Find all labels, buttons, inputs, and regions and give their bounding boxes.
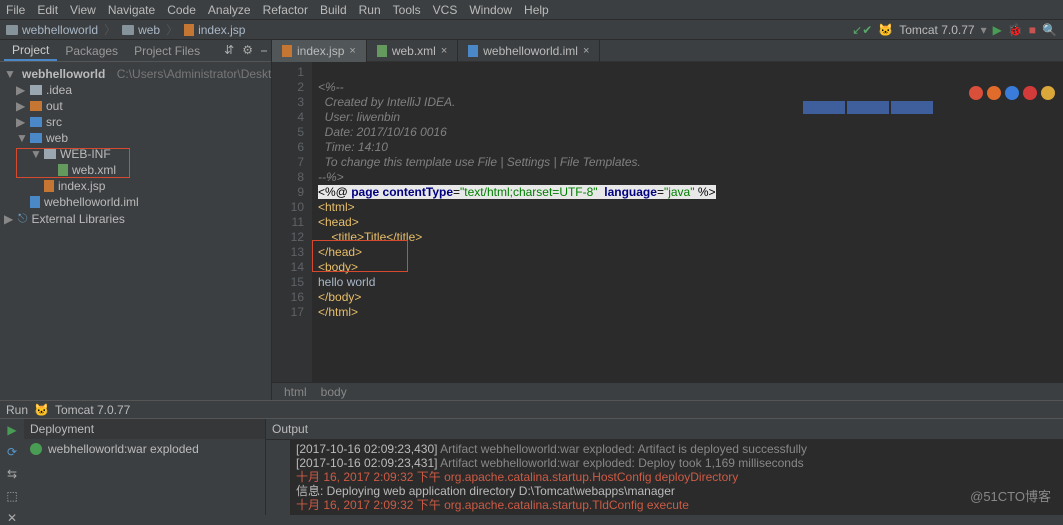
stop-button[interactable]: ■ (1029, 23, 1036, 37)
output-header: Output (266, 419, 1063, 440)
editor-tabs: index.jsp× web.xml× webhelloworld.iml× (272, 40, 1063, 62)
tree-item-src[interactable]: src (46, 115, 62, 129)
menu-file[interactable]: File (6, 3, 25, 17)
layout-button[interactable]: ⬚ (6, 489, 17, 503)
tree-item-webxml[interactable]: web.xml (72, 163, 116, 177)
tree-root[interactable]: webhelloworld (22, 67, 105, 81)
tab-project-files[interactable]: Project Files (126, 42, 208, 60)
tree-item-web[interactable]: web (46, 131, 68, 145)
run-config-selector[interactable]: Tomcat 7.0.77 (899, 23, 974, 37)
code-editor[interactable]: 1234567891011121314151617 <%-- Created b… (272, 62, 1063, 382)
folder-icon (6, 25, 18, 35)
folder-icon (30, 117, 42, 127)
folder-icon (30, 85, 42, 95)
update-button[interactable]: ⟳ (7, 445, 17, 459)
menu-navigate[interactable]: Navigate (108, 3, 155, 17)
breadcrumb-file[interactable]: index.jsp (184, 23, 245, 37)
crumb-body[interactable]: body (321, 385, 347, 398)
iml-file-icon (468, 45, 478, 57)
yandex-icon[interactable] (1041, 86, 1055, 100)
overlay-bars (803, 101, 933, 114)
menu-view[interactable]: View (70, 3, 96, 17)
debug-button[interactable]: 🐞 (1008, 23, 1023, 37)
jsp-file-icon (282, 45, 292, 57)
watermark: @51CTO博客 (970, 486, 1051, 505)
jsp-file-icon (184, 24, 194, 36)
tomcat-icon: 🐱 (34, 403, 49, 417)
close-icon[interactable]: × (349, 45, 355, 57)
editor-area: index.jsp× web.xml× webhelloworld.iml× 1… (272, 40, 1063, 400)
console-toolbar (266, 440, 290, 515)
tree-item-iml[interactable]: webhelloworld.iml (44, 195, 139, 209)
tree-item-webinf[interactable]: WEB-INF (60, 147, 111, 161)
breadcrumb-folder[interactable]: web (122, 23, 160, 37)
menu-edit[interactable]: Edit (37, 3, 58, 17)
menu-vcs[interactable]: VCS (433, 3, 458, 17)
search-icon[interactable]: 🔍 (1042, 23, 1057, 37)
menu-build[interactable]: Build (320, 3, 347, 17)
navigation-bar: webhelloworld 〉 web 〉 index.jsp ↙✔ 🐱 Tom… (0, 20, 1063, 40)
safari-icon[interactable] (1005, 86, 1019, 100)
open-in-browser-toolbar (969, 86, 1055, 100)
tab-project[interactable]: Project (4, 41, 57, 61)
deployment-header: Deployment (24, 419, 265, 439)
tree-external-libs[interactable]: External Libraries (32, 212, 125, 226)
chrome-icon[interactable] (969, 86, 983, 100)
tree-item-idea[interactable]: .idea (46, 83, 72, 97)
build-ok-icon: ↙✔ (852, 23, 872, 37)
crumb-html[interactable]: html (284, 385, 307, 398)
xml-file-icon (58, 164, 68, 176)
chevron-right-icon: 〉 (104, 21, 116, 38)
menu-analyze[interactable]: Analyze (208, 3, 251, 17)
tomcat-icon: 🐱 (878, 23, 893, 37)
project-tool-window: Project Packages Project Files ⇵ ⚙ ⎯ ▼we… (0, 40, 272, 400)
run-toolbar: ▶ ⟳ ⇆ ⬚ ✕ (0, 419, 24, 515)
folder-icon (122, 25, 134, 35)
tree-item-out[interactable]: out (46, 99, 63, 113)
run-button[interactable]: ▶ (993, 23, 1002, 37)
folder-icon (44, 149, 56, 159)
collapse-icon[interactable]: ⇵ (224, 43, 234, 58)
library-icon: ⎋ (18, 211, 28, 226)
tree-item-indexjsp[interactable]: index.jsp (58, 179, 105, 193)
menu-bar: File Edit View Navigate Code Analyze Ref… (0, 0, 1063, 20)
menu-help[interactable]: Help (524, 3, 549, 17)
jsp-file-icon (44, 180, 54, 192)
menu-code[interactable]: Code (167, 3, 196, 17)
folder-icon (30, 133, 42, 143)
status-ok-icon (30, 443, 42, 455)
structure-breadcrumb: html body (272, 382, 1063, 400)
firefox-icon[interactable] (987, 86, 1001, 100)
hide-icon[interactable]: ⎯ (261, 43, 267, 58)
rerun-button[interactable]: ▶ (7, 423, 16, 437)
folder-icon (30, 101, 42, 111)
artifact-row[interactable]: webhelloworld:war exploded (24, 439, 265, 459)
close-button[interactable]: ✕ (7, 511, 17, 525)
editor-tab-webxml[interactable]: web.xml× (367, 40, 458, 62)
opera-icon[interactable] (1023, 86, 1037, 100)
breadcrumb-project[interactable]: webhelloworld (6, 23, 98, 37)
editor-tab-iml[interactable]: webhelloworld.iml× (458, 40, 600, 62)
menu-tools[interactable]: Tools (393, 3, 421, 17)
dropdown-icon[interactable]: ▾ (981, 23, 987, 37)
editor-tab-indexjsp[interactable]: index.jsp× (272, 40, 367, 62)
project-tree[interactable]: ▼webhelloworld C:\Users\Administrator\De… (0, 62, 271, 231)
xml-file-icon (377, 45, 387, 57)
run-tool-tab[interactable]: Run 🐱 Tomcat 7.0.77 (0, 400, 1063, 418)
run-tool-window: ▶ ⟳ ⇆ ⬚ ✕ Deployment webhelloworld:war e… (0, 418, 1063, 515)
console-output[interactable]: [2017-10-16 02:09:23,430] Artifact webhe… (290, 440, 1063, 515)
menu-refactor[interactable]: Refactor (263, 3, 308, 17)
menu-window[interactable]: Window (469, 3, 512, 17)
menu-run[interactable]: Run (359, 3, 381, 17)
close-icon[interactable]: × (583, 45, 589, 57)
line-gutter: 1234567891011121314151617 (272, 62, 312, 382)
iml-file-icon (30, 196, 40, 208)
toggle-button[interactable]: ⇆ (7, 467, 17, 481)
chevron-right-icon: 〉 (166, 21, 178, 38)
tab-packages[interactable]: Packages (57, 42, 126, 60)
close-icon[interactable]: × (441, 45, 447, 57)
gear-icon[interactable]: ⚙ (242, 43, 253, 58)
